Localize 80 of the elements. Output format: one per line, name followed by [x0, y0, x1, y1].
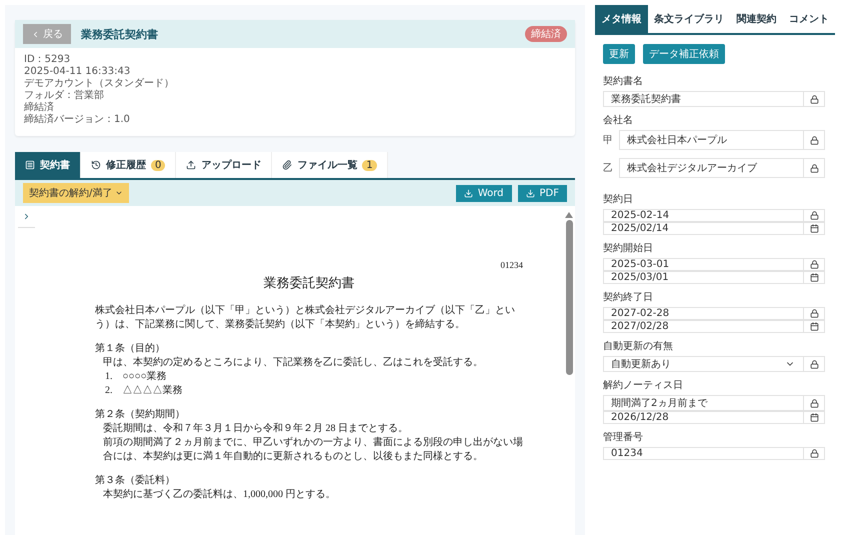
paperclip-icon — [282, 160, 292, 170]
document-title: 業務委託契約書 — [262, 276, 356, 290]
text-field[interactable]: 株式会社デジタルアーカイブ — [619, 158, 825, 178]
field-label: 契約終了日 — [603, 290, 654, 304]
info-text: デモアカウント（スタンダード） — [24, 78, 175, 90]
list-number: 1. — [105, 370, 112, 384]
field-label: 解約ノーティス日 — [603, 379, 684, 392]
tab[interactable]: アップロード — [176, 152, 272, 178]
date-field[interactable]: 2026/12/28 — [603, 411, 825, 424]
field-label: 契約書名 — [603, 74, 644, 88]
party-label: 乙 — [603, 162, 613, 175]
text-field[interactable]: 株式会社日本パープル — [619, 130, 825, 150]
document-text: 本契約に基づく乙の委託料は、1,000,000 円とする。 — [103, 488, 336, 502]
article-heading: 第１条（目的） — [95, 342, 165, 356]
info-text: 2025-04-11 16:33:43 — [24, 66, 132, 78]
action-button[interactable]: 更新 — [603, 44, 635, 64]
document-icon — [25, 160, 35, 170]
calendar-icon — [810, 413, 818, 422]
scroll-up-icon — [565, 212, 573, 218]
download-icon — [526, 188, 535, 198]
lock-icon — [810, 360, 818, 368]
download-button[interactable]: Word — [456, 184, 512, 202]
document-text: 前項の期間満了２ヵ月前までに、甲乙いずれかの一方より、書面による別段の申し出がない場合には、本契約は更に満１年自動的に更新されるものとし、以後もまた同様とする。 — [103, 436, 523, 464]
document-text: 株式会社日本パープル（以下「甲」という）と株式会社デジタルアーカイブ（以下「乙」という）は、下記業務に関して、業務委託契約（以下「本契約」という）を締結する。 — [95, 304, 516, 332]
text-field[interactable]: 2027-02-28 — [603, 307, 825, 320]
field-label: 管理番号 — [603, 430, 644, 444]
info-text: 締結済 — [24, 102, 55, 114]
tab[interactable]: ファイル一覧 1 — [272, 152, 388, 178]
info-text: ID：5293 — [24, 54, 72, 66]
lock-icon — [810, 309, 818, 318]
text-field[interactable]: 業務委託契約書 — [603, 91, 825, 107]
field-label: 自動更新の有無 — [603, 340, 674, 353]
scrollbar-thumb[interactable] — [566, 220, 572, 375]
date-field[interactable]: 2025/03/01 — [603, 271, 825, 284]
calendar-icon — [810, 224, 818, 233]
tab[interactable]: 修正履歴 0 — [81, 152, 176, 178]
document-text: ○○○○業務 — [122, 370, 167, 384]
date-field[interactable]: 2027/02/28 — [603, 320, 825, 333]
calendar-icon — [810, 273, 818, 282]
select-field[interactable]: 自動更新あり — [603, 356, 825, 372]
document-text: 甲は、本契約の定めるところにより、下記業務を乙に委託し、乙はこれを受託する。 — [103, 356, 483, 370]
text-field[interactable]: 2025-02-14 — [603, 209, 825, 222]
article-heading: 第３条（委託料） — [95, 474, 175, 488]
info-text: フォルダ：営業部 — [24, 90, 105, 102]
contract-title: 業務委託契約書 — [81, 26, 159, 42]
document-number: 01234 — [500, 259, 523, 272]
info-text: 締結済バージョン：1.0 — [24, 114, 131, 126]
lock-icon — [810, 449, 818, 458]
date-field[interactable]: 2025/02/14 — [603, 222, 825, 235]
count-badge: 1 — [362, 160, 377, 170]
lock-icon — [810, 164, 818, 172]
party-label: 甲 — [603, 134, 613, 147]
upload-icon — [186, 160, 196, 170]
document-text: △△△△業務 — [122, 384, 182, 398]
lock-icon — [810, 398, 818, 408]
count-badge: 0 — [151, 160, 166, 170]
text-field[interactable]: 期間満了2ヵ月前まで — [603, 395, 825, 411]
field-label: 契約日 — [603, 192, 634, 206]
calendar-icon — [810, 322, 818, 331]
document-text: 委託期間は、令和７年３月１日から令和９年２月 28 日までとする。 — [103, 422, 408, 436]
tab[interactable]: 契約書 — [15, 152, 81, 178]
status-badge: 締結済 — [525, 26, 567, 42]
download-icon — [464, 188, 473, 198]
lock-icon — [810, 211, 818, 220]
article-heading: 第２条（契約期間） — [95, 408, 185, 422]
text-field[interactable]: 2025-03-01 — [603, 258, 825, 271]
list-number: 2. — [105, 384, 112, 398]
lock-icon — [810, 260, 818, 269]
field-label: 契約開始日 — [603, 242, 654, 255]
action-button[interactable]: データ補正依頼 — [643, 44, 725, 64]
download-button[interactable]: PDF — [518, 184, 567, 202]
lock-icon — [810, 94, 818, 104]
chevron-left-icon — [31, 30, 40, 38]
text-field[interactable]: 01234 — [603, 447, 825, 460]
field-label: 会社名 — [603, 114, 634, 127]
dropdown-button[interactable]: 契約書の解約/満了 — [23, 183, 130, 203]
lock-icon — [810, 136, 818, 144]
tab[interactable]: メタ情報 — [595, 5, 648, 33]
caret-icon — [115, 189, 124, 197]
history-icon — [91, 160, 101, 170]
